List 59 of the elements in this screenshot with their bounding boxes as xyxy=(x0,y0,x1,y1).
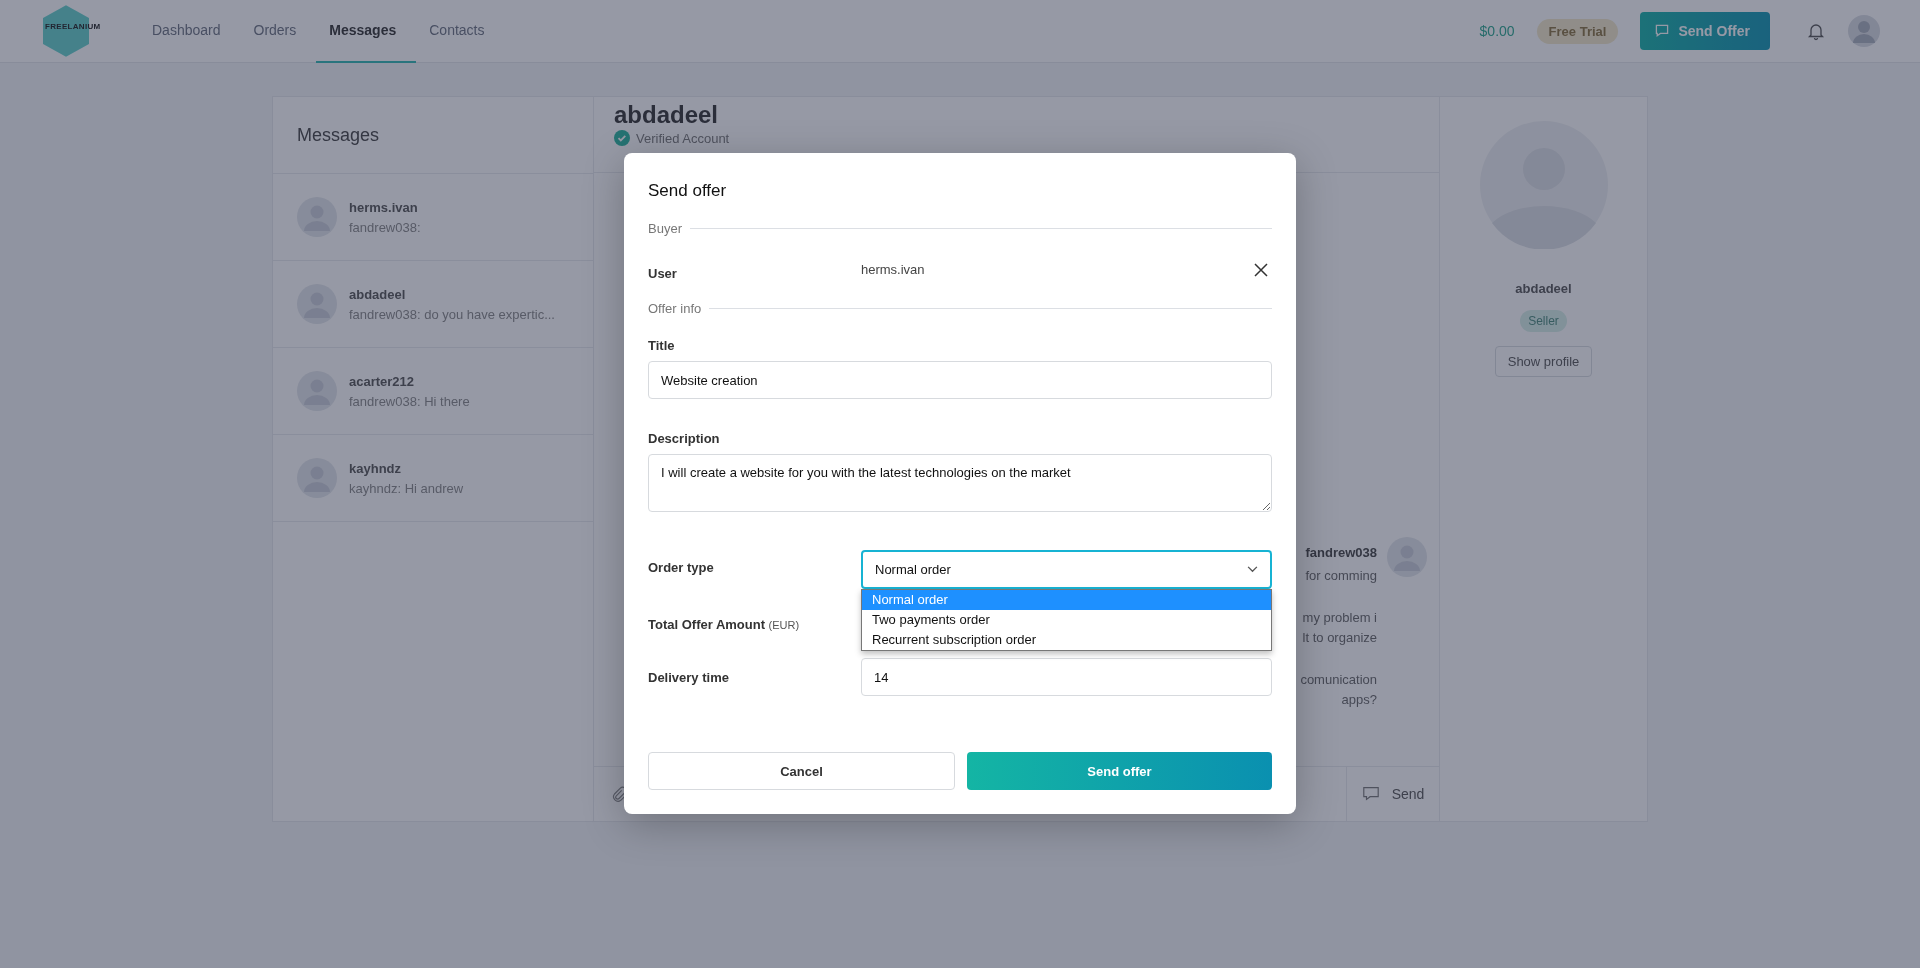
conversation-item[interactable]: herms.ivan fandrew038: xyxy=(273,174,593,261)
field-label: User xyxy=(648,266,678,281)
nav-link[interactable]: Messages xyxy=(316,0,417,63)
contact-name: acarter212 xyxy=(349,373,416,389)
message-text: comunication apps? xyxy=(1300,671,1377,709)
order-type-select[interactable]: Normal order xyxy=(861,550,1272,589)
chevron-down-icon xyxy=(1247,566,1258,573)
conversation-item[interactable]: abdadeel fandrew038: do you have expertic... xyxy=(273,261,593,348)
description-textarea[interactable]: I will create a website for you with the latest technologies on the market xyxy=(648,454,1272,512)
section-label: Buyer xyxy=(648,221,682,236)
conversation-item[interactable]: acarter212 fandrew038: Hi there xyxy=(273,348,593,435)
balance: $0.00 xyxy=(1479,23,1515,39)
send-offer-button[interactable]: Send Offer xyxy=(1640,12,1770,50)
conversation-item[interactable]: kayhndz kayhndz: Hi andrew xyxy=(273,435,593,522)
cancel-button[interactable]: Cancel xyxy=(648,752,955,790)
close-icon[interactable] xyxy=(1254,262,1268,277)
section-label: Offer info xyxy=(648,301,702,316)
verified-check-icon xyxy=(614,130,630,146)
send-offer-button[interactable]: Send offer xyxy=(967,752,1272,790)
dialog-title: Send offer xyxy=(648,181,728,201)
dropdown-option[interactable]: Recurrent subscription order xyxy=(862,630,1271,650)
message-preview: fandrew038: xyxy=(349,219,421,235)
nav-link[interactable]: Contacts xyxy=(416,0,505,63)
field-label: Title xyxy=(648,338,676,353)
message-author: fandrew038 xyxy=(1305,545,1377,560)
avatar xyxy=(297,284,337,324)
message-preview: fandrew038: do you have expertic... xyxy=(349,306,555,322)
profile-name: abdadeel xyxy=(1515,281,1572,296)
chat-icon xyxy=(1361,785,1380,803)
dropdown-option[interactable]: Two payments order xyxy=(862,610,1271,630)
field-label: Description xyxy=(648,431,721,446)
contact-name: abdadeel xyxy=(614,101,720,129)
field-label: Delivery time xyxy=(648,669,730,685)
show-profile-button[interactable]: Show profile xyxy=(1494,346,1593,377)
field-label: Order type xyxy=(648,560,715,575)
messages-heading: Messages xyxy=(273,97,593,174)
chat-icon xyxy=(1654,23,1671,39)
message-text: for comming xyxy=(1305,567,1377,585)
avatar xyxy=(1387,537,1427,577)
nav-link[interactable]: Orders xyxy=(240,0,317,63)
contact-name: abdadeel xyxy=(349,286,407,302)
contact-name: kayhndz xyxy=(349,460,402,476)
plan-badge: Free Trial xyxy=(1536,18,1619,44)
dropdown-option[interactable]: Normal order xyxy=(862,590,1271,610)
avatar xyxy=(297,371,337,411)
delivery-time-input[interactable]: 14 xyxy=(861,658,1272,696)
role-badge: Seller xyxy=(1520,310,1567,332)
avatar xyxy=(297,458,337,498)
notifications-bell-icon[interactable] xyxy=(1806,21,1826,41)
buyer-username: herms.ivan xyxy=(861,262,925,277)
nav-link[interactable]: Dashboard xyxy=(139,0,241,63)
field-label: Total Offer Amount (EUR) xyxy=(648,617,801,632)
verified-label: Verified Account xyxy=(636,130,730,146)
title-input[interactable]: Website creation xyxy=(648,361,1272,399)
message-preview: kayhndz: Hi andrew xyxy=(349,480,464,496)
message-text: my problem i lt to organize xyxy=(1302,609,1377,647)
contact-name: herms.ivan xyxy=(349,199,419,215)
avatar xyxy=(297,197,337,237)
message-preview: fandrew038: Hi there xyxy=(349,393,470,409)
